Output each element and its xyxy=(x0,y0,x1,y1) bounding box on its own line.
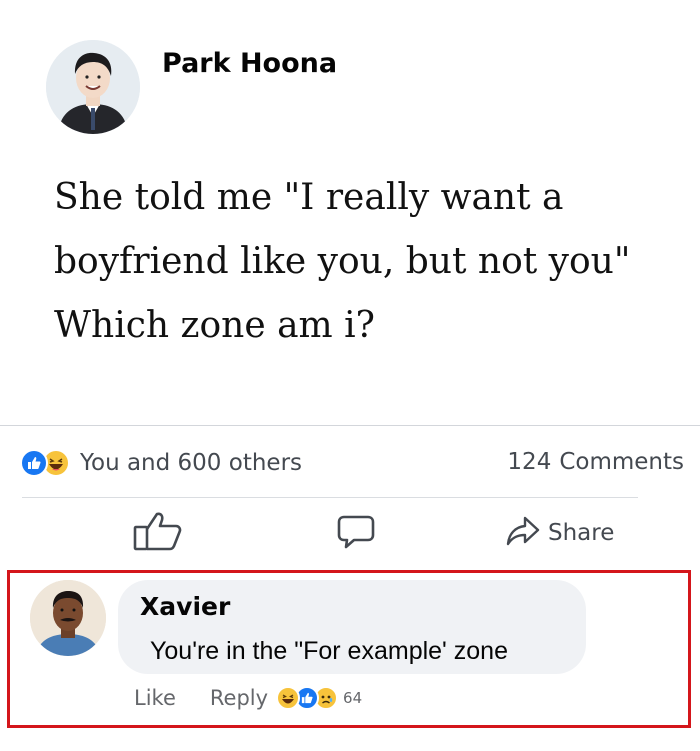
author-name[interactable]: Park Hoona xyxy=(162,48,337,79)
comment-like-link[interactable]: Like xyxy=(134,686,176,710)
divider xyxy=(0,425,700,426)
author-avatar[interactable] xyxy=(46,40,140,134)
commenter-name[interactable]: Xavier xyxy=(140,592,230,621)
thumbs-up-icon xyxy=(132,510,184,556)
share-label: Share xyxy=(548,520,615,546)
reactions-summary[interactable]: You and 600 others xyxy=(20,446,302,480)
comments-number: 124 xyxy=(507,449,552,475)
comments-count-link[interactable]: 124 Comments xyxy=(507,449,684,475)
share-arrow-icon xyxy=(506,515,540,551)
comment-reactions[interactable]: 64 xyxy=(276,686,362,710)
comment-actions: Like Reply 64 xyxy=(134,682,362,714)
comment-bubble-icon xyxy=(336,511,376,555)
comment-reply-link[interactable]: Reply xyxy=(210,686,268,710)
like-button[interactable] xyxy=(132,510,184,556)
comments-label: Comments xyxy=(559,449,684,475)
comment-text: You're in the "For example' zone xyxy=(150,637,508,665)
comment-reaction-count: 64 xyxy=(343,689,363,707)
reactions-text: You and 600 others xyxy=(80,450,303,476)
comment-button[interactable] xyxy=(336,510,376,556)
like-reaction-icon xyxy=(20,449,48,477)
divider xyxy=(22,497,638,498)
share-button[interactable]: Share xyxy=(506,510,614,556)
commenter-avatar[interactable] xyxy=(30,580,106,656)
haha-reaction-icon xyxy=(276,686,301,710)
post-text: She told me "I really want a boyfriend l… xyxy=(54,177,631,346)
